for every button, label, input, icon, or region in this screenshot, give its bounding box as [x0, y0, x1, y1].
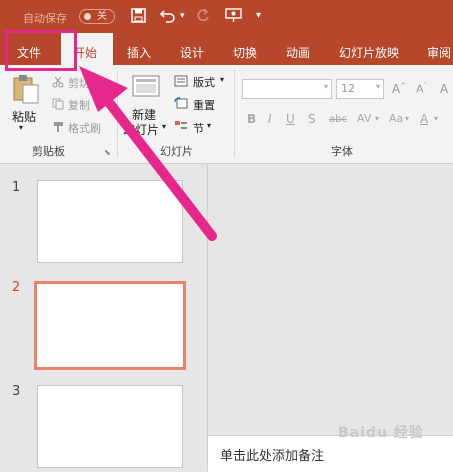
annotation-arrow: [79, 66, 217, 241]
